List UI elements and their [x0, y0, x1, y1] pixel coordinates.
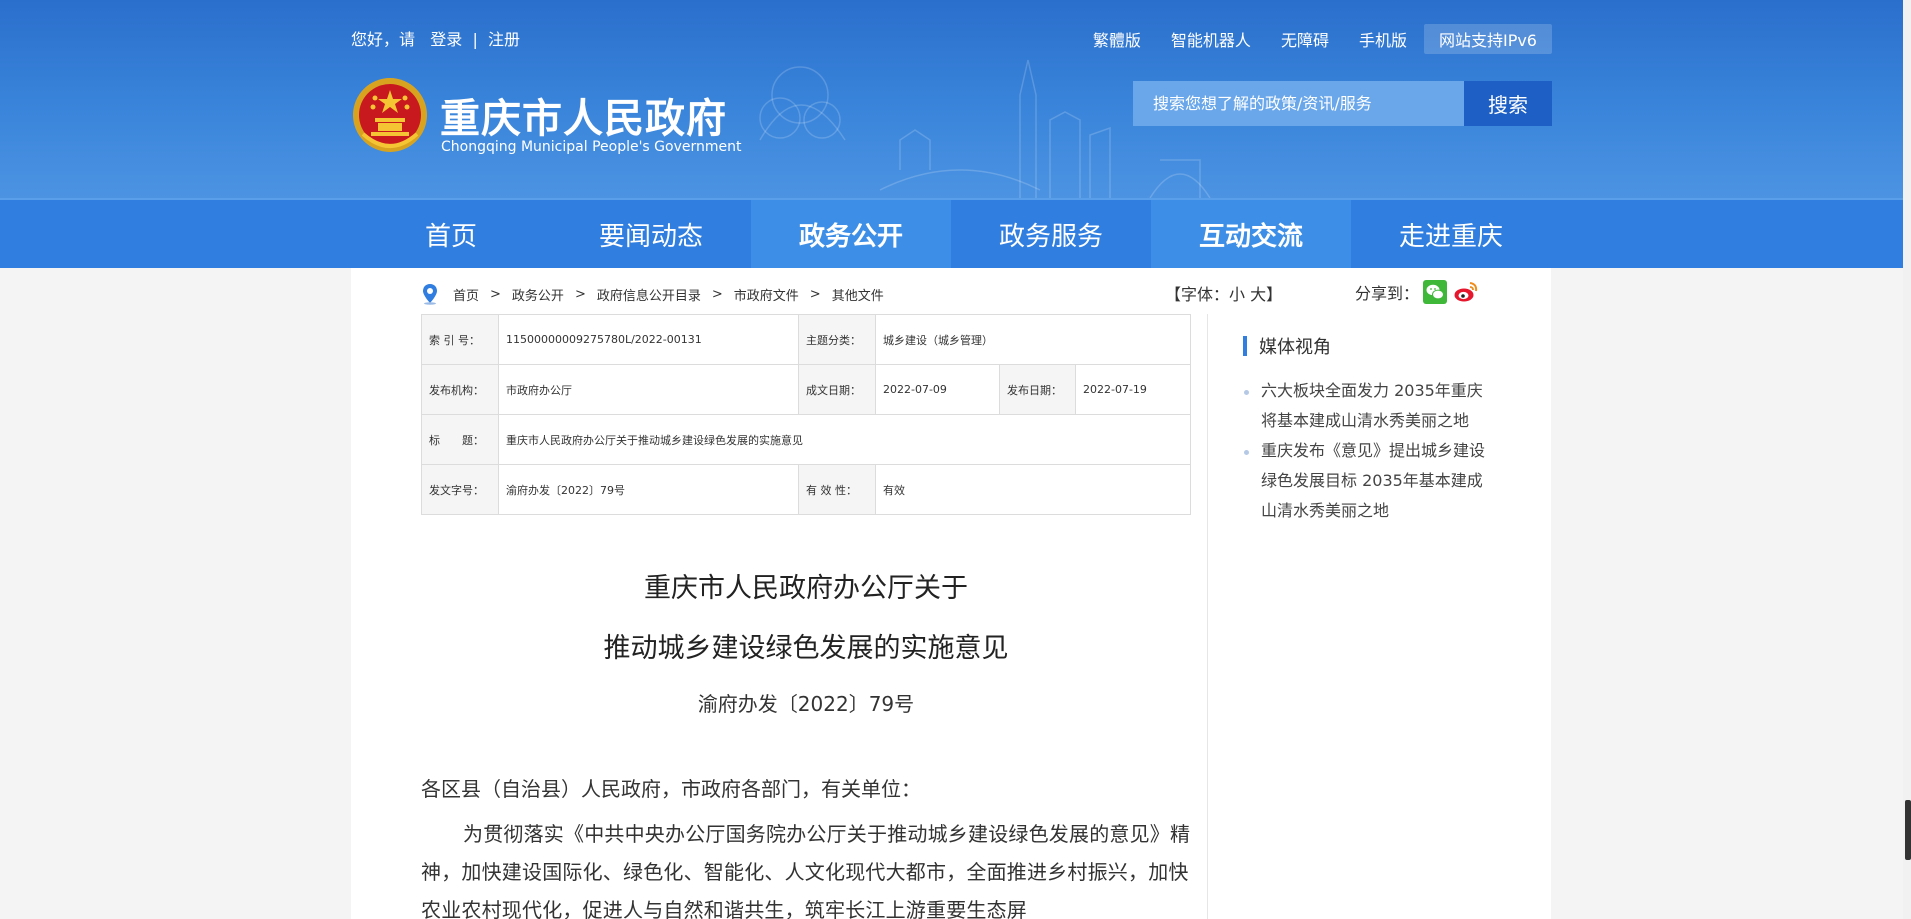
user-greeting: 您好，请 登录 | 注册	[351, 26, 520, 50]
site-title: 重庆市人民政府	[440, 96, 727, 142]
font-size-control[interactable]: 【字体：小 大】	[1165, 281, 1282, 305]
login-link[interactable]: 登录	[430, 30, 462, 49]
document-info-table: 索 引 号： 11500000009275780L/2022-00131 主题分…	[421, 314, 1191, 515]
heading-accent-bar	[1243, 336, 1247, 356]
site-logo[interactable]: 重庆市人民政府 Chongqing Municipal People's Gov…	[351, 74, 741, 160]
nav-item-home[interactable]: 首页	[351, 200, 551, 268]
accessibility-link[interactable]: 无障碍	[1266, 24, 1344, 54]
top-links: 繁體版 智能机器人 无障碍 手机版 网站支持IPv6	[1078, 24, 1552, 54]
search-button[interactable]: 搜索	[1464, 81, 1552, 126]
share-label: 分享到：	[1355, 284, 1420, 303]
mobile-version-link[interactable]: 手机版	[1344, 24, 1422, 54]
national-emblem-icon	[353, 78, 427, 152]
document-number-value: 渝府办发〔2022〕79号	[498, 464, 799, 515]
register-link[interactable]: 注册	[488, 30, 520, 49]
breadcrumb-other-documents[interactable]: 其他文件	[832, 285, 884, 304]
weibo-icon[interactable]	[1453, 280, 1479, 304]
nav-item-government-affairs[interactable]: 政务公开	[751, 200, 951, 268]
nav-item-news[interactable]: 要闻动态	[551, 200, 751, 268]
breadcrumb-home[interactable]: 首页	[453, 285, 479, 304]
bullet-dot-icon	[1244, 450, 1249, 455]
nav-item-interaction[interactable]: 互动交流	[1151, 200, 1351, 268]
wechat-icon[interactable]	[1423, 280, 1448, 304]
document-paragraph: 为贯彻落实《中共中央办公厅国务院办公厅关于推动城乡建设绿色发展的意见》精神，加快…	[421, 822, 1191, 919]
index-value: 11500000009275780L/2022-00131	[498, 314, 799, 365]
page-scrollbar[interactable]	[1903, 0, 1911, 919]
title-value: 重庆市人民政府办公厅关于推动城乡建设绿色发展的实施意见	[498, 414, 1191, 465]
document-number: 渝府办发〔2022〕79号	[697, 692, 915, 716]
document-title-line-1: 重庆市人民政府办公厅关于	[644, 573, 968, 604]
issuer-label: 发布机构：	[421, 364, 499, 415]
validity-value: 有效	[875, 464, 1191, 515]
list-item-link[interactable]: 重庆发布《意见》提出城乡建设绿色发展目标 2035年基本建成山清水秀美丽之地	[1261, 441, 1485, 520]
nav-item-services[interactable]: 政务服务	[951, 200, 1151, 268]
category-value: 城乡建设（城乡管理）	[875, 314, 1191, 365]
document-salutation: 各区县（自治县）人民政府，市政府各部门，有关单位：	[421, 777, 921, 801]
page-scrollbar-thumb[interactable]	[1905, 800, 1911, 860]
traditional-chinese-link[interactable]: 繁體版	[1078, 24, 1156, 54]
breadcrumb-separator: >	[711, 286, 723, 302]
index-label: 索 引 号：	[421, 314, 499, 365]
validity-label: 有 效 性：	[798, 464, 876, 515]
smart-robot-link[interactable]: 智能机器人	[1156, 24, 1266, 54]
search-bar: 搜索	[1133, 81, 1552, 126]
list-item[interactable]: 重庆发布《意见》提出城乡建设绿色发展目标 2035年基本建成山清水秀美丽之地	[1243, 436, 1493, 526]
sidebar-heading-text: 媒体视角	[1259, 337, 1331, 358]
breadcrumb-government-affairs[interactable]: 政务公开	[512, 285, 564, 304]
ipv6-support-link[interactable]: 网站支持IPv6	[1423, 24, 1552, 54]
site-subtitle: Chongqing Municipal People's Government	[441, 139, 742, 155]
main-nav: 首页 要闻动态 政务公开 政务服务 互动交流 走进重庆	[0, 198, 1903, 268]
breadcrumb-separator: >	[574, 286, 586, 302]
search-input[interactable]	[1133, 81, 1464, 126]
login-register-separator: |	[472, 30, 478, 49]
breadcrumb-separator: >	[490, 286, 501, 302]
greeting-text: 您好，请	[351, 30, 416, 49]
document-title-line-2: 推动城乡建设绿色发展的实施意见	[603, 633, 1009, 664]
issuer-value: 市政府办公厅	[498, 364, 799, 415]
site-header: 您好，请 登录 | 注册 繁體版 智能机器人 无障碍 手机版 网站支持IPv6 …	[0, 0, 1903, 198]
created-date-value: 2022-07-09	[875, 364, 1000, 415]
top-bar: 您好，请 登录 | 注册 繁體版 智能机器人 无障碍 手机版 网站支持IPv6	[351, 24, 1552, 54]
location-pin-icon	[423, 284, 437, 305]
created-date-label: 成文日期：	[798, 364, 876, 415]
list-item-link[interactable]: 六大板块全面发力 2035年重庆将基本建成山清水秀美丽之地	[1261, 381, 1483, 430]
published-date-label: 发布日期：	[999, 364, 1076, 415]
category-label: 主题分类：	[798, 314, 876, 365]
list-item[interactable]: 六大板块全面发力 2035年重庆将基本建成山清水秀美丽之地	[1243, 376, 1493, 436]
breadcrumb: 首页 > 政务公开 > 政府信息公开目录 > 市政府文件 > 其他文件	[421, 282, 884, 306]
nav-item-about-chongqing[interactable]: 走进重庆	[1351, 200, 1551, 268]
column-divider	[1207, 314, 1208, 919]
breadcrumb-disclosure-catalog[interactable]: 政府信息公开目录	[597, 285, 701, 304]
document-number-label: 发文字号：	[421, 464, 499, 515]
sidebar-heading: 媒体视角	[1243, 334, 1331, 358]
breadcrumb-separator: >	[809, 286, 821, 302]
breadcrumb-municipal-documents[interactable]: 市政府文件	[734, 285, 799, 304]
published-date-value: 2022-07-19	[1075, 364, 1191, 415]
content-area: 首页 > 政务公开 > 政府信息公开目录 > 市政府文件 > 其他文件 【字体：…	[351, 268, 1551, 919]
bullet-dot-icon	[1244, 390, 1249, 395]
share-bar: 分享到：	[1355, 280, 1479, 304]
title-label: 标 题：	[421, 414, 499, 465]
